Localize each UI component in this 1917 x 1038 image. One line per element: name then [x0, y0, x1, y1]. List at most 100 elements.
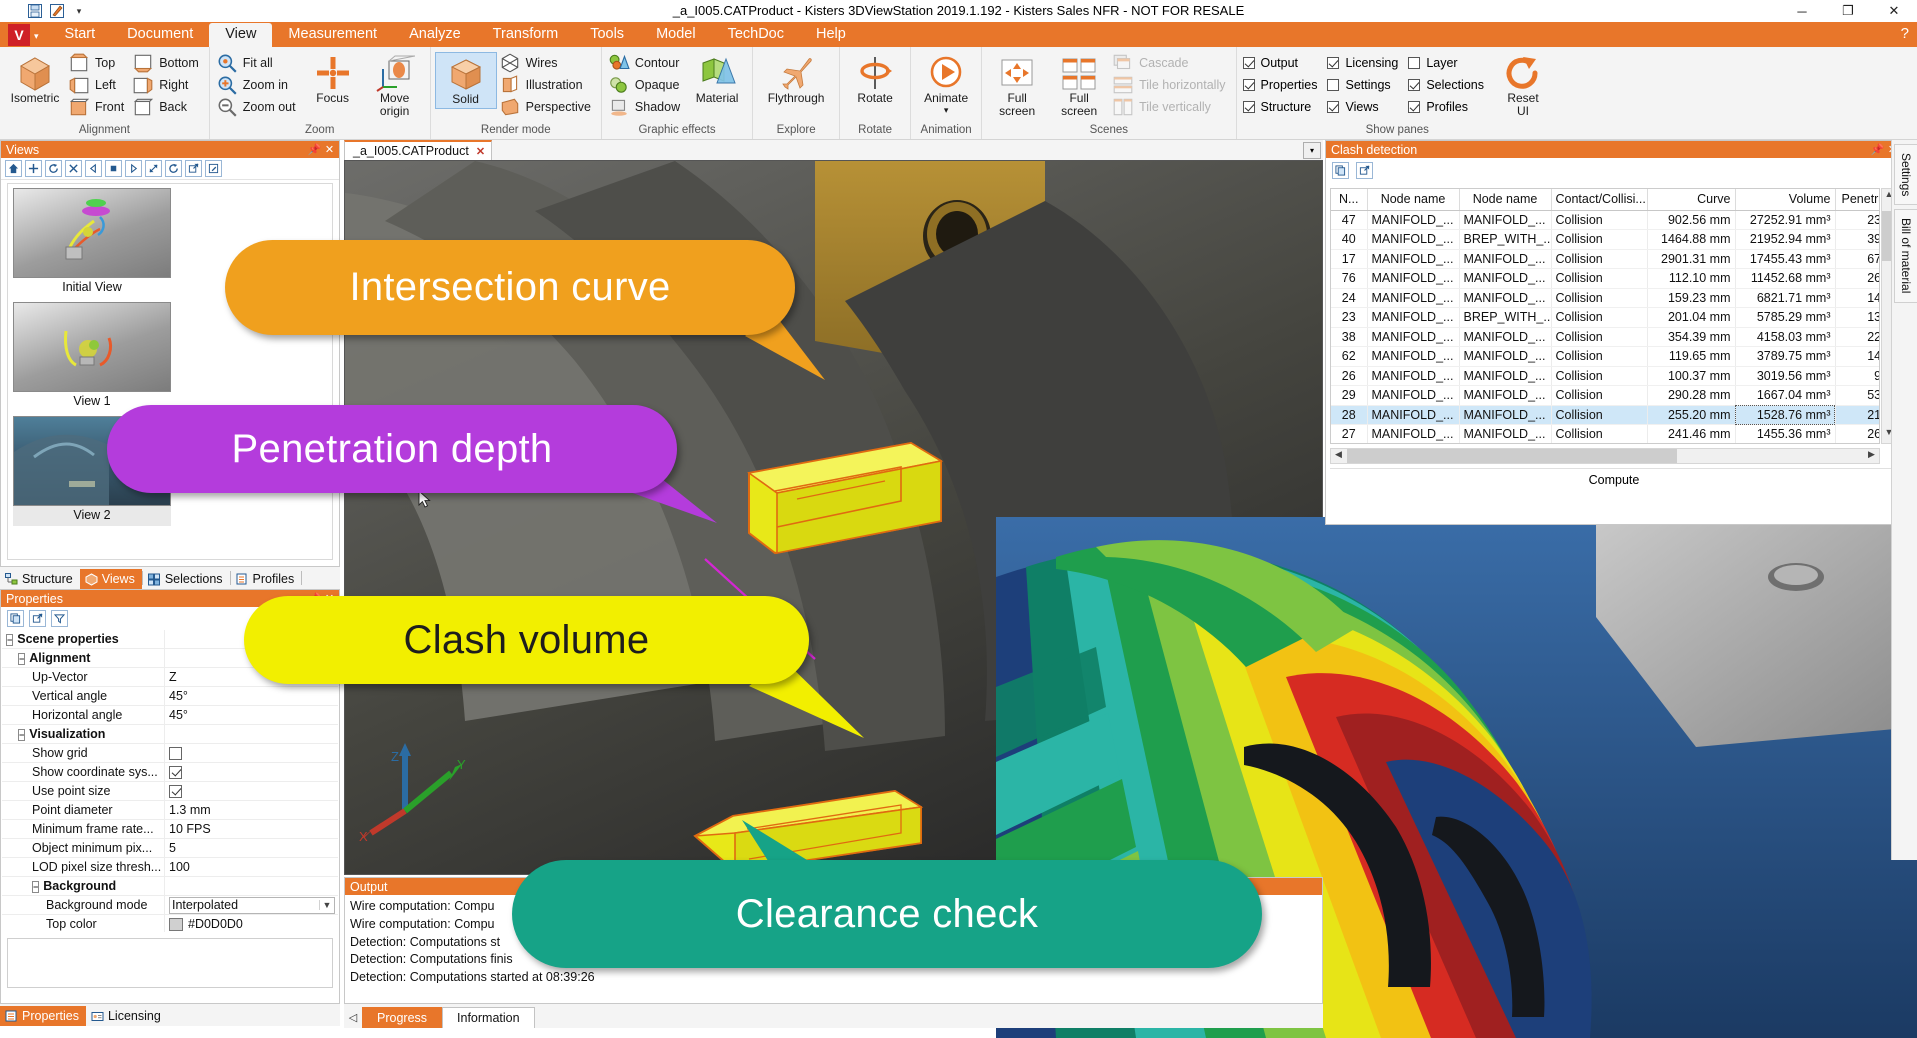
cell-node-name-2[interactable]: MANIFOLD_... [1459, 210, 1552, 230]
property-row[interactable]: Minimum frame rate... 10 FPS [2, 819, 338, 839]
col-node-name-2[interactable]: Node name [1459, 189, 1552, 211]
sidebar-tab-selections[interactable]: Selections [143, 569, 230, 589]
tab-transform[interactable]: Transform [477, 23, 575, 47]
compute-button[interactable]: Compute [1589, 473, 1640, 487]
view-left-button[interactable]: Left [66, 74, 130, 96]
tab-measurement[interactable]: Measurement [272, 23, 393, 47]
split-scene-button[interactable]: Full screen [1048, 52, 1110, 119]
cell-node-name-2[interactable]: MANIFOLD_... [1459, 366, 1552, 386]
property-row[interactable]: Background mode Interpolated ▼ [2, 895, 338, 915]
checkbox-profiles-box[interactable] [1408, 101, 1421, 113]
cell-number[interactable]: 23 [1331, 307, 1368, 328]
checkbox-properties[interactable]: Properties [1241, 74, 1326, 96]
views-pin-icon[interactable]: 📌 [307, 143, 322, 156]
checkbox-selections-box[interactable] [1408, 79, 1421, 91]
property-row[interactable]: − Background [2, 876, 338, 896]
export-icon[interactable] [185, 160, 202, 177]
cell-number[interactable]: 40 [1331, 229, 1368, 250]
cell-volume[interactable]: 3019.56 mm³ [1735, 366, 1836, 386]
cell-contact-type[interactable]: Collision [1551, 366, 1648, 386]
table-row[interactable]: 23 MANIFOLD_... BREP_WITH_... Collision 201.… [1331, 307, 1879, 328]
checkbox-settings[interactable]: Settings [1325, 74, 1406, 96]
cell-number[interactable]: 38 [1331, 327, 1368, 347]
checkbox-properties-box[interactable] [1242, 79, 1255, 91]
isometric-button[interactable]: Isometric [4, 52, 66, 107]
cell-node-name-1[interactable]: MANIFOLD_... [1367, 307, 1460, 328]
expand-toggle[interactable]: − [18, 729, 26, 741]
property-value[interactable]: 5 [164, 838, 338, 858]
cell-volume[interactable]: 17455.43 mm³ [1735, 249, 1836, 269]
col-number[interactable]: N... [1331, 189, 1368, 211]
cell-number[interactable]: 24 [1331, 288, 1368, 308]
resize-icon[interactable] [145, 160, 162, 177]
checkbox-layer[interactable]: Layer [1406, 52, 1492, 74]
cell-number[interactable]: 62 [1331, 346, 1368, 367]
cell-contact-type[interactable]: Collision [1551, 288, 1648, 308]
checkbox-structure-box[interactable] [1242, 101, 1255, 113]
property-value[interactable]: 100 [164, 857, 338, 877]
reset-ui-button[interactable]: Reset UI [1492, 52, 1554, 119]
cell-penetration[interactable]: 14.55 [1835, 346, 1879, 367]
flythrough-button[interactable]: Flythrough [757, 52, 835, 107]
cell-penetration[interactable]: 53.32 [1835, 385, 1879, 406]
full-screen-button[interactable]: Full screen [986, 52, 1048, 119]
scroll-right-icon[interactable]: ▶ [1864, 449, 1879, 463]
show-grid-checkbox[interactable] [169, 746, 182, 760]
animate-dropdown-icon[interactable]: ▾ [944, 105, 949, 115]
expand-toggle[interactable]: − [32, 881, 40, 893]
cell-contact-type[interactable]: Collision [1551, 346, 1648, 367]
cell-curve[interactable]: 2901.31 mm [1647, 249, 1736, 269]
cell-node-name-2[interactable]: MANIFOLD_... [1459, 327, 1552, 347]
table-row[interactable]: 17 MANIFOLD_... MANIFOLD_... Collision 2901.… [1331, 249, 1879, 269]
output-collapse-icon[interactable]: ◁ [344, 1011, 362, 1028]
cell-node-name-1[interactable]: MANIFOLD_... [1367, 229, 1460, 250]
cell-node-name-2[interactable]: MANIFOLD_... [1459, 385, 1552, 406]
clash-pin-icon[interactable]: 📌 [1870, 143, 1885, 156]
bottom-tab-properties[interactable]: Properties [0, 1006, 86, 1026]
property-value[interactable]: 10 FPS [164, 819, 338, 839]
cell-node-name-2[interactable]: BREP_WITH_... [1459, 307, 1552, 328]
cell-number[interactable]: 47 [1331, 210, 1368, 230]
cell-volume[interactable]: 1528.76 mm³ [1735, 405, 1836, 425]
col-penetration[interactable]: Penetratio [1835, 189, 1879, 211]
chevron-down-icon[interactable]: ▼ [319, 900, 334, 910]
checkbox-settings-box[interactable] [1327, 79, 1340, 91]
table-row[interactable]: 40 MANIFOLD_... BREP_WITH_... Collision 1464… [1331, 229, 1879, 250]
cell-contact-type[interactable]: Collision [1551, 307, 1648, 328]
document-tab[interactable]: _a_I005.CATProduct ✕ [344, 140, 493, 160]
cell-penetration[interactable]: 14.65 [1835, 288, 1879, 308]
cell-number[interactable]: 26 [1331, 366, 1368, 386]
illustration-button[interactable]: Illustration [497, 74, 597, 96]
cascade-button[interactable]: Cascade [1110, 52, 1231, 74]
cell-number[interactable]: 28 [1331, 405, 1368, 425]
cell-node-name-1[interactable]: MANIFOLD_... [1367, 424, 1460, 443]
tab-model[interactable]: Model [640, 23, 712, 47]
cell-penetration[interactable]: 9.98 [1835, 366, 1879, 386]
checkbox-profiles[interactable]: Profiles [1406, 96, 1492, 118]
expand-toggle[interactable]: − [18, 653, 26, 665]
cell-curve[interactable]: 112.10 mm [1647, 268, 1736, 289]
cell-volume[interactable]: 4158.03 mm³ [1735, 327, 1836, 347]
opaque-button[interactable]: Opaque [606, 74, 686, 96]
cell-node-name-1[interactable]: MANIFOLD_... [1367, 327, 1460, 347]
clash-table-container[interactable]: N... Node name Node name Contact/Collisi… [1330, 188, 1880, 444]
logo-dropdown-icon[interactable]: ▾ [34, 31, 39, 42]
property-row[interactable]: Object minimum pix... 5 [2, 838, 338, 858]
table-row[interactable]: 62 MANIFOLD_... MANIFOLD_... Collision 119.6… [1331, 346, 1879, 367]
tab-view[interactable]: View [209, 23, 273, 47]
cell-penetration[interactable]: 13.21 [1835, 307, 1879, 328]
cell-volume[interactable]: 21952.94 mm³ [1735, 229, 1836, 250]
checkbox-layer-box[interactable] [1408, 57, 1421, 69]
cell-curve[interactable]: 100.37 mm [1647, 366, 1736, 386]
cell-curve[interactable]: 201.04 mm [1647, 307, 1736, 328]
cell-node-name-2[interactable]: MANIFOLD_... [1459, 424, 1552, 443]
table-row[interactable]: 24 MANIFOLD_... MANIFOLD_... Collision 159.2… [1331, 288, 1879, 308]
stop-icon[interactable] [105, 160, 122, 177]
dock-item-settings[interactable]: Settings [1894, 144, 1917, 206]
cell-curve[interactable]: 1464.88 mm [1647, 229, 1736, 250]
cell-penetration[interactable]: 39.37 [1835, 229, 1879, 250]
background-mode-combobox[interactable]: Interpolated ▼ [169, 896, 335, 914]
cell-volume[interactable]: 3789.75 mm³ [1735, 346, 1836, 367]
cell-node-name-1[interactable]: MANIFOLD_... [1367, 385, 1460, 406]
sidebar-tab-structure[interactable]: Structure [0, 569, 80, 589]
